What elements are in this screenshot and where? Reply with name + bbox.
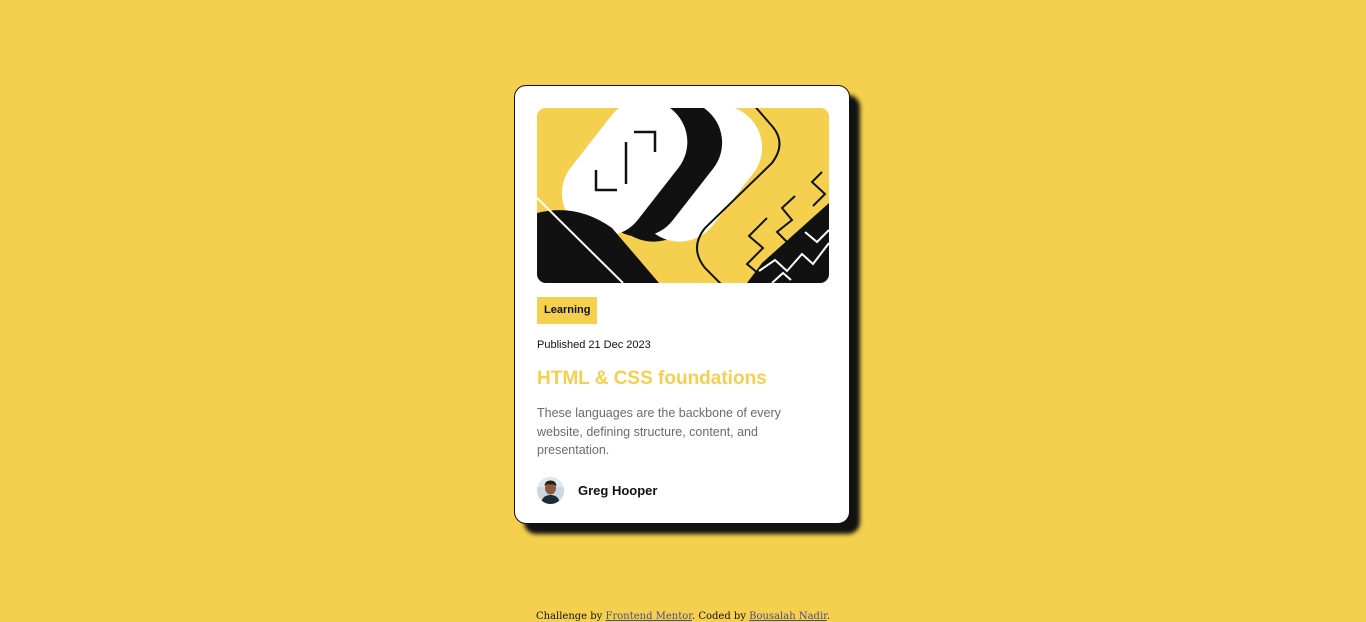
author-info: Greg Hooper — [537, 476, 657, 504]
author-link[interactable]: Bousalah Nadir — [749, 611, 827, 622]
article-title[interactable]: HTML & CSS foundations — [537, 366, 767, 392]
category-tag: Learning — [537, 297, 598, 324]
avatar — [537, 476, 564, 504]
article-description: These languages are the backbone of ever… — [537, 406, 781, 458]
attribution-prefix: Challenge by — [535, 611, 606, 622]
attribution-suffix: . — [826, 611, 831, 622]
published-date: Published 21 Dec 2023 — [537, 339, 651, 351]
author-name: Greg Hooper — [578, 482, 658, 498]
frontend-mentor-link[interactable]: Frontend Mentor — [606, 611, 692, 622]
article-illustration — [537, 108, 829, 283]
blog-preview-card: Learning Published 21 Dec 2023 HTML & CS… — [514, 85, 850, 524]
attribution-middle: . Coded by — [691, 611, 750, 622]
attribution-footer: Challenge by Frontend Mentor. Coded by B… — [0, 610, 1366, 622]
